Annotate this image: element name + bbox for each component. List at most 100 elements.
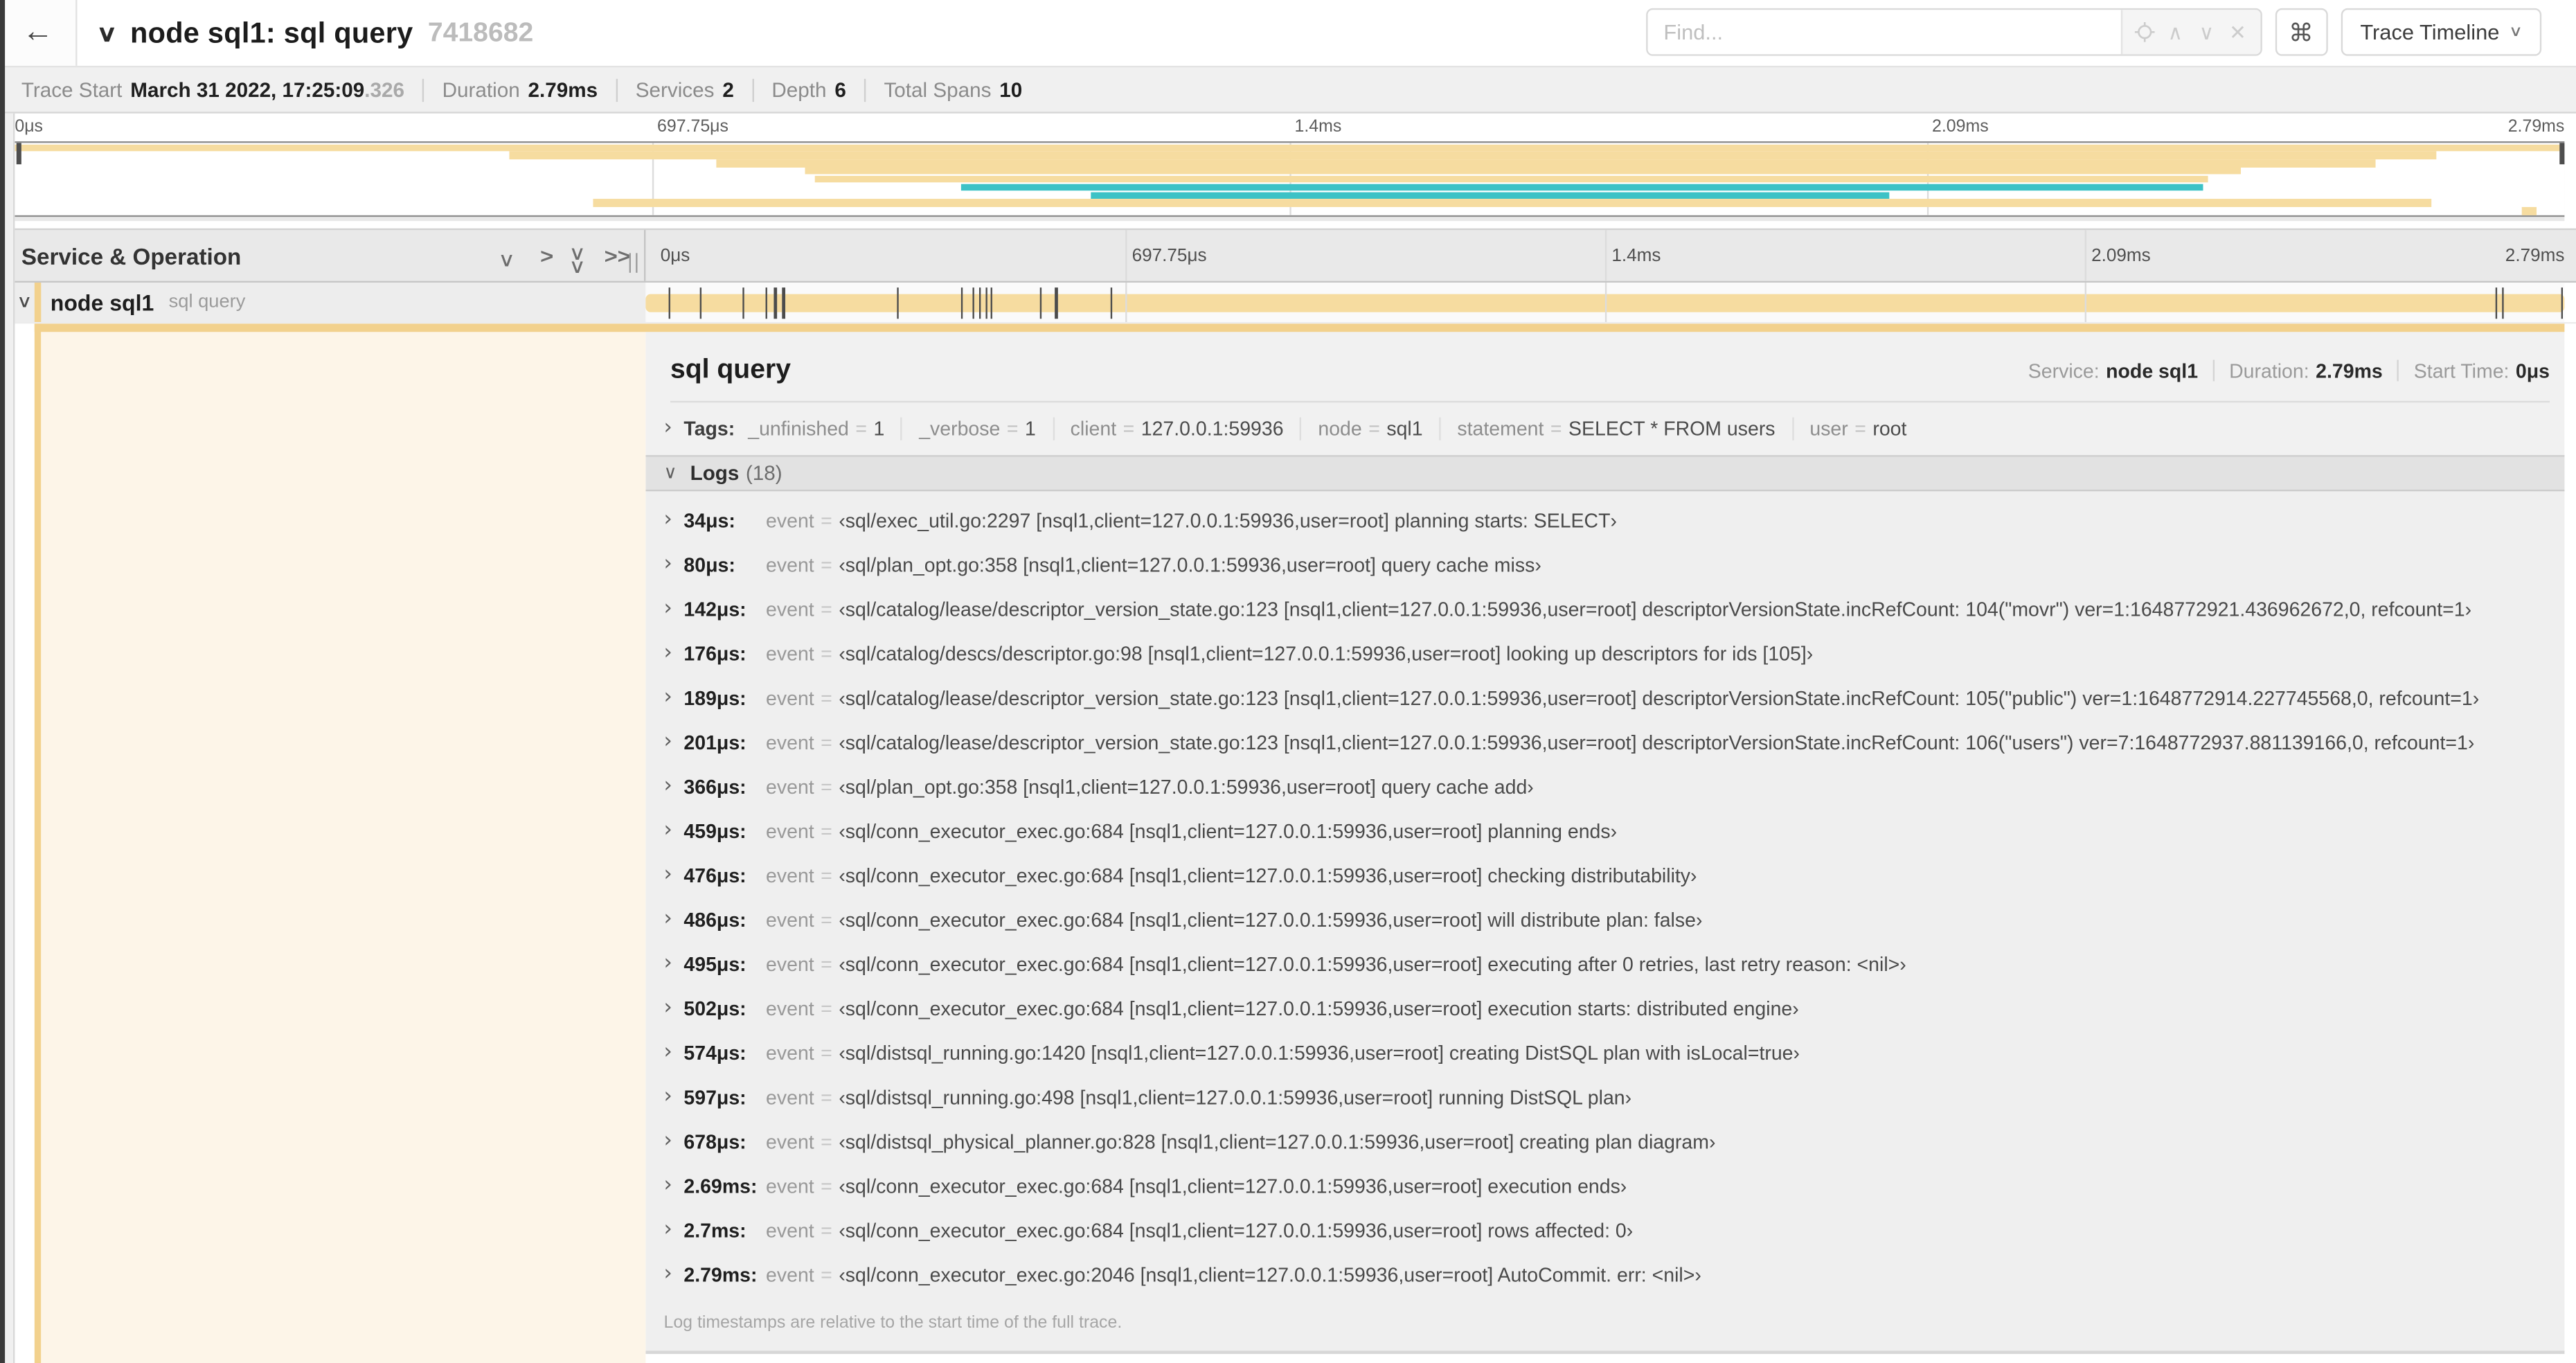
- collapse-controls: ∨ ∨ ∨ ∨ ∨ ∨: [498, 242, 636, 275]
- tick-label: 2.79ms: [2505, 245, 2565, 266]
- logs-accordion[interactable]: ∨ Logs (18): [645, 454, 2565, 491]
- log-marker-tick: [668, 286, 670, 319]
- log-row[interactable]: › 502μs: event = ‹sql/conn_executor_exec.go:…: [645, 987, 2564, 1031]
- minimap-span-bar: [593, 199, 2432, 207]
- log-row[interactable]: › 486μs: event = ‹sql/conn_executor_exec.go:…: [645, 898, 2564, 943]
- log-row-chevron-icon: ›: [663, 1040, 672, 1065]
- back-button[interactable]: ←: [0, 0, 78, 66]
- separator: [616, 78, 618, 101]
- detail-meta-value: node sql1: [2106, 359, 2199, 382]
- log-equals: =: [821, 997, 832, 1021]
- collapse-title-chevron-icon[interactable]: ∨: [96, 19, 117, 46]
- minimap-span-bar: [960, 184, 2203, 191]
- log-marker-tick: [765, 286, 768, 319]
- tag-pill[interactable]: user = root: [1809, 416, 1906, 439]
- detail-meta-value: 2.79ms: [2316, 359, 2383, 382]
- top-bar: ← ∨ node sql1: sql query 7418682 ∧ ∨ ✕ ⌘: [0, 0, 2576, 66]
- prev-result-icon[interactable]: ∧: [2160, 19, 2191, 44]
- log-row[interactable]: › 366μs: event = ‹sql/plan_opt.go:358 [nsql1…: [645, 765, 2564, 809]
- separator: [1791, 416, 1794, 440]
- separator: [864, 78, 866, 101]
- span-color-accent: [33, 283, 42, 323]
- log-marker-tick: [978, 286, 981, 319]
- trace-view-select[interactable]: Trace Timeline ∨: [2340, 8, 2542, 56]
- logs-list: › 34μs: event = ‹sql/exec_util.go:2297 [nsql…: [645, 490, 2565, 1301]
- log-timestamp: 201μs:: [683, 731, 746, 754]
- keyboard-shortcuts-button[interactable]: ⌘: [2274, 8, 2327, 56]
- minimap-span-bar: [805, 168, 2241, 175]
- log-timestamp: 2.79ms:: [683, 1263, 758, 1287]
- separator: [2212, 359, 2215, 382]
- span-detail-panel: sql query Service: node sql1 Duration: 2.79…: [645, 323, 2565, 1353]
- log-row[interactable]: › 459μs: event = ‹sql/conn_executor_exec.go:…: [645, 809, 2564, 853]
- tag-pill[interactable]: statement = SELECT * FROM users: [1457, 416, 1775, 439]
- expand-one-icon[interactable]: ∨: [534, 247, 557, 264]
- log-field-value: ‹sql/distsql_running.go:498 [nsql1,clien…: [839, 1086, 1632, 1110]
- log-field-value: ‹sql/distsql_running.go:1420 [nsql1,clie…: [839, 1042, 1800, 1065]
- log-row[interactable]: › 201μs: event = ‹sql/catalog/lease/descript…: [645, 720, 2564, 765]
- minimap-canvas[interactable]: [15, 141, 2565, 217]
- expand-all-icon[interactable]: ∨ ∨: [599, 247, 635, 264]
- log-row[interactable]: › 678μs: event = ‹sql/distsql_physical_plann…: [645, 1120, 2564, 1164]
- log-field-key: event: [766, 1042, 814, 1065]
- tag-equals: =: [1122, 416, 1135, 440]
- tag-pill[interactable]: node = sql1: [1318, 416, 1422, 439]
- collapse-one-icon[interactable]: ∨: [498, 249, 515, 268]
- log-row[interactable]: › 495μs: event = ‹sql/conn_executor_exec.go:…: [645, 943, 2564, 987]
- tick-label: 697.75μs: [1132, 245, 1207, 266]
- tags-accordion[interactable]: › Tags: _unfinished = 1 _verbose = 1 client = 12…: [645, 402, 2564, 454]
- log-marker-tick: [782, 286, 785, 319]
- gridline: [1604, 230, 1607, 281]
- log-field-key: event: [766, 819, 814, 844]
- log-equals: =: [821, 1042, 832, 1065]
- trace-view-label: Trace Timeline: [2360, 19, 2500, 45]
- log-row[interactable]: › 476μs: event = ‹sql/conn_executor_exec.go:…: [645, 853, 2564, 898]
- log-row[interactable]: › 574μs: event = ‹sql/distsql_running.go:142…: [645, 1031, 2564, 1076]
- next-result-icon[interactable]: ∨: [2191, 19, 2222, 44]
- log-row[interactable]: › 176μs: event = ‹sql/catalog/descs/descript…: [645, 632, 2564, 676]
- log-row-chevron-icon: ›: [663, 729, 672, 754]
- log-row-chevron-icon: ›: [663, 1262, 672, 1287]
- log-row-chevron-icon: ›: [663, 907, 672, 932]
- crosshair-icon[interactable]: [2129, 21, 2160, 43]
- span-id-row: SpanID: 4877749850101760812: [645, 1353, 2564, 1363]
- separator: [1300, 416, 1302, 440]
- span-name-cell[interactable]: ∨ node sql1 sql query: [0, 283, 646, 323]
- log-equals: =: [821, 553, 832, 577]
- viewport-left-handle[interactable]: [15, 143, 21, 165]
- find-input[interactable]: [1647, 10, 2120, 55]
- log-field-key: event: [766, 864, 814, 888]
- log-row[interactable]: › 34μs: event = ‹sql/exec_util.go:2297 [nsql…: [645, 499, 2564, 543]
- tags-label: Tags:: [683, 416, 735, 440]
- span-bar-cell[interactable]: [645, 283, 2565, 323]
- log-equals: =: [821, 953, 832, 977]
- log-timestamp: 495μs:: [683, 953, 746, 977]
- collapse-all-icon[interactable]: ∨ ∨: [569, 242, 587, 275]
- gridline: [1125, 230, 1127, 281]
- log-field-value: ‹sql/distsql_physical_planner.go:828 [ns…: [839, 1130, 1716, 1154]
- tag-value: 1: [873, 416, 885, 440]
- tick-label: 1.4ms: [1611, 245, 1661, 266]
- log-timestamp: 502μs:: [683, 997, 746, 1021]
- tag-pill[interactable]: _unfinished = 1: [748, 416, 884, 439]
- log-row-chevron-icon: ›: [663, 1217, 672, 1242]
- log-row[interactable]: › 142μs: event = ‹sql/catalog/lease/descript…: [645, 587, 2564, 632]
- log-equals: =: [821, 1130, 832, 1154]
- log-row[interactable]: › 2.69ms: event = ‹sql/conn_executor_exec.go…: [645, 1164, 2564, 1209]
- log-field-value: ‹sql/catalog/lease/descriptor_version_st…: [839, 686, 2480, 710]
- log-row[interactable]: › 2.7ms: event = ‹sql/conn_executor_exec.go:…: [645, 1209, 2564, 1253]
- tag-pill[interactable]: _verbose = 1: [919, 416, 1036, 439]
- clear-search-icon[interactable]: ✕: [2222, 19, 2253, 44]
- log-row[interactable]: › 80μs: event = ‹sql/plan_opt.go:358 [nsql1,…: [645, 543, 2564, 587]
- log-row[interactable]: › 189μs: event = ‹sql/catalog/lease/descript…: [645, 676, 2564, 720]
- top-controls: ∧ ∨ ✕ ⌘ Trace Timeline ∨: [1645, 8, 2542, 56]
- log-timestamp: 34μs:: [683, 509, 735, 533]
- log-equals: =: [821, 731, 832, 754]
- viewport-right-handle[interactable]: [2559, 143, 2564, 165]
- span-collapse-chevron-icon[interactable]: ∨: [17, 292, 33, 312]
- tag-pill[interactable]: client = 127.0.0.1:59936: [1071, 416, 1284, 439]
- log-row[interactable]: › 597μs: event = ‹sql/distsql_running.go:498…: [645, 1076, 2564, 1120]
- trace-info-label: Services: [635, 78, 715, 101]
- log-row[interactable]: › 2.79ms: event = ‹sql/conn_executor_exec.go…: [645, 1253, 2564, 1297]
- column-resize-handle[interactable]: [628, 253, 638, 273]
